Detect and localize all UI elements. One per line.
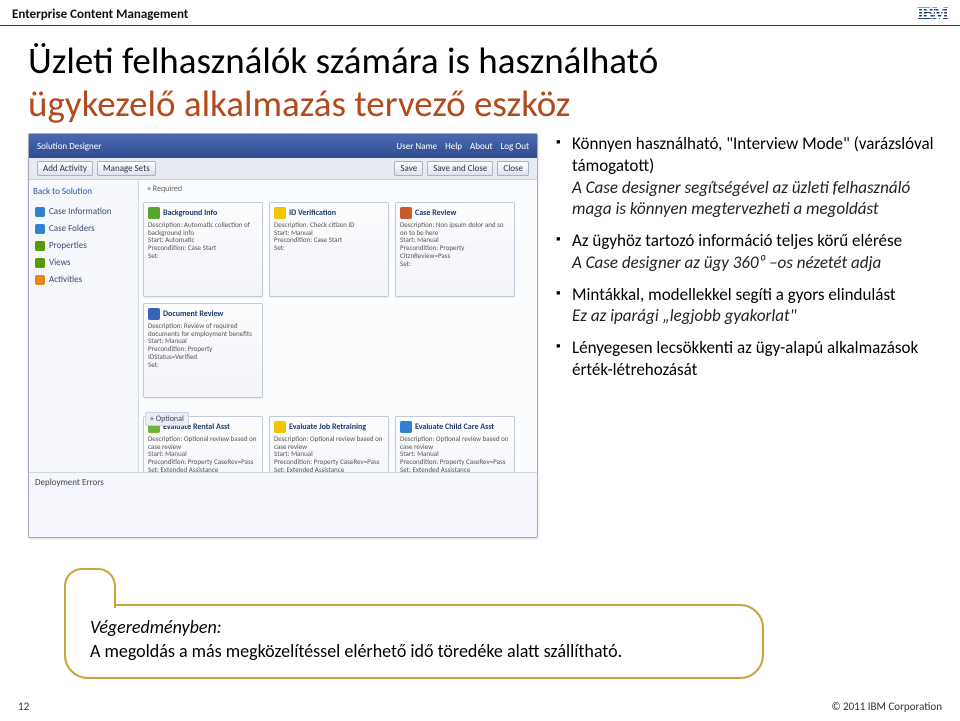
ss-side-item[interactable]: Views xyxy=(33,254,134,271)
copyright: © 2011 IBM Corporation xyxy=(831,700,942,713)
square-icon xyxy=(35,241,45,251)
ss-deploy-errors: Deployment Errors xyxy=(35,477,104,488)
slide: Enterprise Content Management IBM Üzleti… xyxy=(0,0,960,721)
ss-card[interactable]: Case ReviewDescription: Non ipsum dolor … xyxy=(395,202,515,297)
square-icon xyxy=(35,275,45,285)
bullet-item: Az ügyhöz tartozó információ teljes körű… xyxy=(556,230,938,274)
bullet-item: Mintákkal, modellekkel segíti a gyors el… xyxy=(556,284,938,328)
ss-optional-label: + Optional xyxy=(145,412,189,426)
bullet-item: Könnyen használható, "Interview Mode" (v… xyxy=(556,133,938,220)
screenshot-column: Solution Designer User Name Help About L… xyxy=(28,133,538,538)
card-icon xyxy=(400,207,412,219)
bullet-sub: Ez az iparági „legjobb gyakorlat" xyxy=(572,305,938,327)
card-icon xyxy=(400,421,412,433)
screenshot-mock: Solution Designer User Name Help About L… xyxy=(28,133,538,538)
ss-required-label: + Required xyxy=(147,184,182,194)
ss-save-close-button[interactable]: Save and Close xyxy=(427,161,493,176)
callout-tab-icon xyxy=(64,568,116,608)
ss-card[interactable]: ID VerificationDescription: Check citize… xyxy=(269,202,389,297)
ss-add-activity-button[interactable]: Add Activity xyxy=(37,161,93,176)
header-title: Enterprise Content Management xyxy=(12,7,188,22)
ss-toplink[interactable]: Help xyxy=(445,141,462,152)
ss-manage-sets-button[interactable]: Manage Sets xyxy=(97,161,156,176)
ss-close-button[interactable]: Close xyxy=(497,161,529,176)
ss-card[interactable]: Document ReviewDescription: Review of re… xyxy=(143,303,263,398)
ss-side-item[interactable]: Properties xyxy=(33,237,134,254)
page-number: 12 xyxy=(18,700,29,713)
ss-app-label: Solution Designer xyxy=(37,141,101,152)
ss-card[interactable]: Background InfoDescription: Automatic co… xyxy=(143,202,263,297)
ss-save-button[interactable]: Save xyxy=(394,161,423,176)
ss-bottom-panel: Deployment Errors xyxy=(29,472,537,537)
card-icon xyxy=(274,421,286,433)
ss-topbar: Solution Designer User Name Help About L… xyxy=(29,134,537,158)
title-line-1: Üzleti felhasználók számára is használha… xyxy=(28,40,932,83)
ss-back-link[interactable]: Back to Solution xyxy=(33,186,134,197)
card-icon xyxy=(148,207,160,219)
ss-toolbar: Add Activity Manage Sets Save Save and C… xyxy=(29,158,537,180)
bullet-text: Könnyen használható, "Interview Mode" (v… xyxy=(572,133,934,176)
square-icon xyxy=(35,207,45,217)
bullet-text: Mintákkal, modellekkel segíti a gyors el… xyxy=(572,284,896,305)
ss-toplink[interactable]: User Name xyxy=(396,141,437,152)
square-icon xyxy=(35,224,45,234)
ss-toplink[interactable]: About xyxy=(470,141,492,152)
ss-side-item[interactable]: Activities xyxy=(33,271,134,288)
callout-lead: Végeredményben: xyxy=(90,616,222,638)
bullet-text: Az ügyhöz tartozó információ teljes körű… xyxy=(572,230,902,251)
title-block: Üzleti felhasználók számára is használha… xyxy=(0,26,960,125)
bullet-sub: A Case designer segítségével az üzleti f… xyxy=(572,177,938,221)
slide-header: Enterprise Content Management IBM xyxy=(0,0,960,26)
ss-toplink[interactable]: Log Out xyxy=(500,141,529,152)
bullet-item: Lényegesen lecsökkenti az ügy-alapú alka… xyxy=(556,337,938,381)
callout-box: Végeredményben: A megoldás a más megköze… xyxy=(64,604,764,679)
bullet-sub: A Case designer az ügy 360⁰ –os nézetét … xyxy=(572,252,938,274)
ss-side-item[interactable]: Case Folders xyxy=(33,220,134,237)
bullet-text: Lényegesen lecsökkenti az ügy-alapú alka… xyxy=(572,337,918,380)
callout-wrap: Végeredményben: A megoldás a más megköze… xyxy=(64,604,764,679)
ibm-logo-icon: IBM xyxy=(916,4,948,22)
title-line-2: ügykezelő alkalmazás tervező eszköz xyxy=(28,83,932,126)
callout-body: A megoldás a más megközelítéssel elérhet… xyxy=(90,640,622,662)
card-icon xyxy=(148,308,160,320)
ss-toplinks: User Name Help About Log Out xyxy=(396,141,529,152)
ss-side-item[interactable]: Case Information xyxy=(33,203,134,220)
bullets-column: Könnyen használható, "Interview Mode" (v… xyxy=(556,133,938,538)
card-icon xyxy=(274,207,286,219)
square-icon xyxy=(35,258,45,268)
slide-footer: 12 © 2011 IBM Corporation xyxy=(0,700,960,713)
